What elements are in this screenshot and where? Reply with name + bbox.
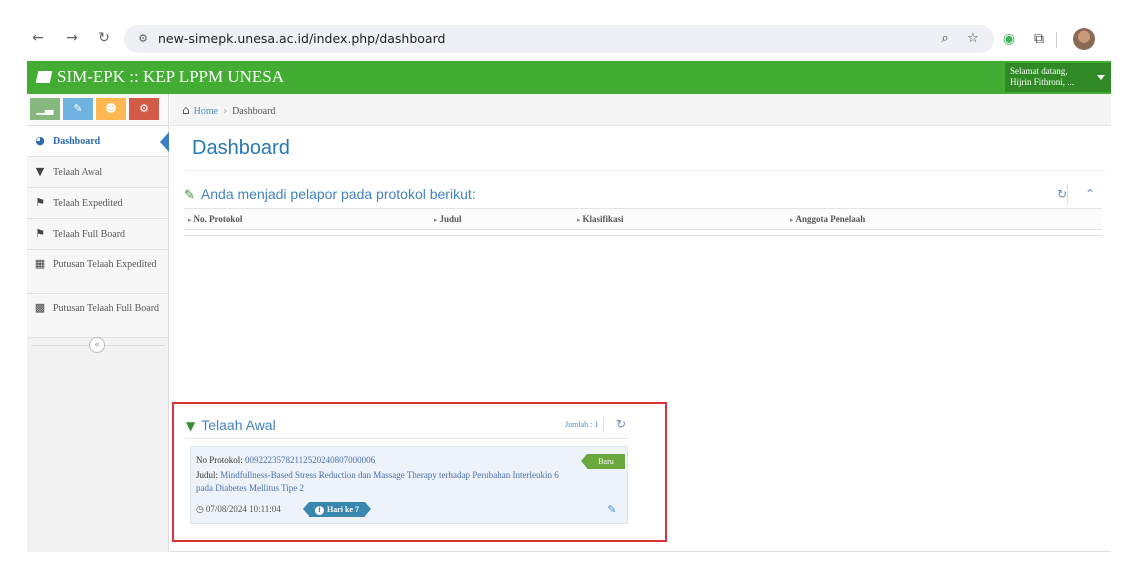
sidebar-shortcuts: ▁▃ ✎ ☻ ⚙ (27, 94, 168, 126)
timestamp-text: 07/08/2024 10:11:04 (205, 504, 281, 514)
user-name: Hijrin Fithroni, ... (1010, 77, 1075, 87)
collapse-sidebar-icon[interactable]: « (89, 337, 105, 353)
divider (186, 438, 629, 439)
filter-icon: ▼ (186, 419, 196, 433)
breadcrumb-home[interactable]: Home (194, 106, 218, 117)
telaah-awal-title: ▼ Telaah Awal (186, 417, 276, 433)
status-badge: Baru (581, 454, 625, 469)
star-icon[interactable]: ☆ (964, 30, 982, 48)
column-header-label: Klasifikasi (582, 214, 624, 224)
column-header[interactable]: ▸ No. Protokol (188, 214, 242, 224)
sidebar: ▁▃ ✎ ☻ ⚙ ◕ Dashboard ▼ Telaah Awal ⚑ Telaah… (27, 94, 169, 552)
day-badge-text: Hari ke 7 (327, 505, 359, 514)
column-header[interactable]: ▸ Judul (434, 214, 462, 224)
book-icon (35, 71, 53, 83)
table-header: ▸ No. Protokol ▸ Judul ▸ Klasifikasi ▸ Anggo… (184, 208, 1102, 230)
judul-line: Judul: Mindfullness-Based Stress Reducti… (196, 469, 576, 495)
forward-arrow-icon[interactable]: → (62, 28, 82, 48)
zoom-icon[interactable]: ⌕ (936, 30, 954, 48)
column-header[interactable]: ▸ Anggota Penelaah (790, 214, 865, 224)
protocol-label: No Protokol: (196, 455, 243, 465)
flag-icon: ⚑ (35, 196, 45, 209)
sidebar-item-label: Dashboard (53, 136, 101, 147)
grid-icon: ▦ (34, 257, 46, 270)
column-header-label: Judul (439, 214, 462, 224)
puzzle-icon[interactable]: ⧉ (1028, 28, 1050, 50)
address-bar[interactable]: ⚙ new-simepk.unesa.ac.id/index.php/dashb… (124, 25, 994, 53)
day-badge: i Hari ke 7 (303, 502, 371, 517)
sidebar-item-label: Telaah Awal (53, 167, 103, 178)
sort-icon: ▸ (577, 216, 581, 224)
reload-icon[interactable]: ↻ (94, 28, 114, 48)
home-icon: ⌂ (182, 103, 190, 117)
sidebar-item-telaah-awal[interactable]: ▼ Telaah Awal (27, 157, 168, 188)
sidebar-item-label: Putusan Telaah Expedited (53, 259, 157, 270)
sidebar-item-dashboard[interactable]: ◕ Dashboard (27, 126, 169, 157)
brand[interactable]: SIM-EPK :: KEP LPPM UNESA (35, 67, 285, 87)
flag-icon: ⚑ (35, 227, 45, 240)
caret-down-icon (1097, 75, 1105, 80)
widget-title-text: Anda menjadi pelapor pada protokol berik… (200, 186, 476, 202)
dashboard-icon: ◕ (35, 134, 45, 147)
clock-icon: ◷ (196, 505, 204, 515)
telaah-awal-title-text: Telaah Awal (201, 417, 276, 433)
pelapor-widget: ✎ Anda menjadi pelapor pada protokol beri… (184, 180, 1104, 242)
breadcrumb-current: Dashboard (232, 106, 276, 117)
grid-dense-icon: ▩ (34, 301, 46, 314)
sidebar-item-putusan-full-board[interactable]: ▩ Putusan Telaah Full Board (27, 294, 168, 338)
timestamp: ◷ 07/08/2024 10:11:04 (196, 504, 281, 515)
divider (184, 170, 1106, 171)
telaah-awal-card[interactable]: No Protokol: 009222357821125202408070000… (190, 446, 628, 524)
pencil-icon[interactable]: ✎ (605, 503, 619, 517)
divider (1067, 184, 1068, 204)
sidebar-item-label: Telaah Full Board (53, 229, 126, 240)
divider (184, 235, 1102, 236)
site-settings-icon[interactable]: ⚙ (134, 30, 152, 48)
widget-title: ✎ Anda menjadi pelapor pada protokol beri… (184, 186, 476, 203)
column-header[interactable]: ▸ Klasifikasi (577, 214, 624, 224)
toolbar-divider (1056, 32, 1057, 48)
sort-icon: ▸ (434, 216, 438, 224)
eye-extension-icon[interactable]: ◉ (998, 28, 1020, 50)
filter-icon: ▼ (35, 165, 45, 178)
info-icon: i (315, 506, 324, 515)
sidebar-item-label: Putusan Telaah Full Board (53, 303, 160, 314)
profile-avatar[interactable] (1073, 28, 1095, 50)
refresh-icon[interactable]: ↻ (1052, 184, 1072, 204)
browser-toolbar: ← → ↻ ⚙ new-simepk.unesa.ac.id/index.php… (10, 18, 1116, 60)
protocol-number[interactable]: 00922235782112520240807000006 (245, 455, 375, 465)
divider (170, 551, 1111, 552)
count-label: Jumlah : 1 (565, 420, 599, 429)
sort-icon: ▸ (790, 216, 794, 224)
divider (603, 417, 604, 433)
active-indicator (160, 132, 169, 152)
breadcrumb-separator: › (223, 106, 228, 117)
brand-text: SIM-EPK :: KEP LPPM UNESA (57, 67, 285, 86)
chevron-up-icon[interactable]: ⌃ (1080, 184, 1100, 204)
users-icon[interactable]: ☻ (96, 98, 126, 120)
sidebar-item-telaah-full-board[interactable]: ⚑ Telaah Full Board (27, 219, 168, 250)
column-header-label: No. Protokol (193, 214, 243, 224)
column-header-label: Anggota Penelaah (795, 214, 866, 224)
breadcrumb: ⌂ Home › Dashboard (170, 94, 1111, 126)
sidebar-item-label: Telaah Expedited (53, 198, 123, 209)
signal-icon[interactable]: ▁▃ (30, 98, 60, 120)
judul-text[interactable]: Mindfullness-Based Stress Reduction dan … (196, 470, 559, 493)
user-greeting: Selamat datang, (1010, 66, 1068, 76)
sort-icon: ▸ (188, 216, 192, 224)
pencil-icon[interactable]: ✎ (63, 98, 93, 120)
page-title: Dashboard (192, 137, 290, 159)
back-arrow-icon[interactable]: ← (28, 28, 48, 48)
app-header: SIM-EPK :: KEP LPPM UNESA Selamat datang… (27, 61, 1111, 94)
gavel-icon: ✎ (184, 188, 195, 203)
judul-label: Judul: (196, 470, 219, 480)
refresh-icon[interactable]: ↻ (612, 415, 630, 433)
cogs-icon[interactable]: ⚙ (129, 98, 159, 120)
sidebar-item-telaah-expedited[interactable]: ⚑ Telaah Expedited (27, 188, 168, 219)
user-menu[interactable]: Selamat datang, Hijrin Fithroni, ... (1005, 63, 1111, 92)
url-text[interactable]: new-simepk.unesa.ac.id/index.php/dashboa… (158, 31, 445, 46)
sidebar-item-putusan-expedited[interactable]: ▦ Putusan Telaah Expedited (27, 250, 168, 294)
protocol-line: No Protokol: 009222357821125202408070000… (196, 455, 375, 465)
